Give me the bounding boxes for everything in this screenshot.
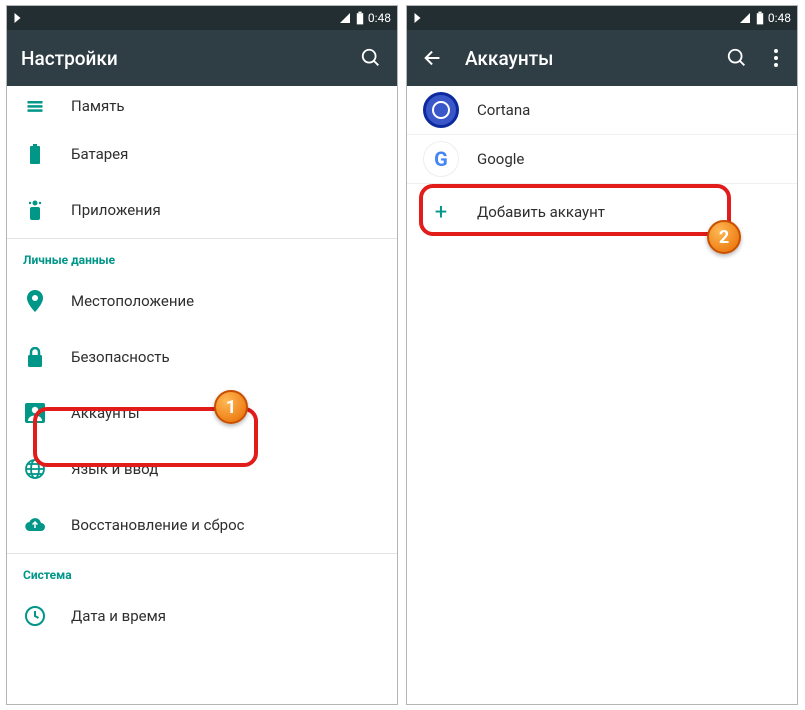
settings-item-accounts[interactable]: Аккаунты [7,385,397,441]
search-icon[interactable] [725,46,749,70]
item-label: Google [477,150,524,168]
status-bar: 0:48 [407,6,797,30]
play-store-icon [413,12,425,24]
cloud-icon [23,513,47,537]
signal-icon [338,12,352,24]
item-label: Приложения [71,201,161,219]
back-icon[interactable] [421,46,445,70]
app-bar-settings: Настройки [7,30,397,86]
apps-icon [23,198,47,222]
item-label: Безопасность [71,348,170,366]
google-icon: G [423,141,459,177]
clock-icon [23,604,47,628]
battery-icon [356,11,364,25]
phone-screen-settings: 0:48 Настройки Память Батарея Приложения [6,5,398,705]
page-title: Настройки [21,47,339,70]
item-label: Аккаунты [71,404,140,422]
item-label: Память [71,97,125,115]
signal-icon [738,12,752,24]
settings-item-apps[interactable]: Приложения [7,182,397,238]
status-time: 0:48 [368,11,391,25]
item-label: Cortana [477,101,530,119]
memory-icon [23,94,47,118]
annotation-badge-2: 2 [707,220,741,254]
settings-item-memory[interactable]: Память [7,86,397,126]
app-bar-accounts: Аккаунты [407,30,797,86]
status-time: 0:48 [768,11,791,25]
settings-item-backup[interactable]: Восстановление и сброс [7,497,397,553]
section-header-personal: Личные данные [7,238,397,273]
settings-item-location[interactable]: Местоположение [7,273,397,329]
globe-icon [23,457,47,481]
item-label: Дата и время [71,607,166,625]
settings-item-security[interactable]: Безопасность [7,329,397,385]
account-item-cortana[interactable]: Cortana [407,86,797,134]
play-store-icon [13,12,25,24]
battery-icon [756,11,764,25]
account-icon [23,401,47,425]
accounts-list: Cortana G Google + Добавить аккаунт [407,86,797,240]
battery-icon [23,142,47,166]
overflow-menu-icon[interactable] [769,46,783,70]
settings-item-battery[interactable]: Батарея [7,126,397,182]
account-item-google[interactable]: G Google [407,135,797,183]
item-label: Язык и ввод [71,460,158,478]
location-icon [23,289,47,313]
section-header-system: Система [7,553,397,588]
search-icon[interactable] [359,46,383,70]
settings-item-datetime[interactable]: Дата и время [7,588,397,644]
plus-icon: + [423,194,459,230]
settings-list: Память Батарея Приложения Личные данные … [7,86,397,644]
phone-screen-accounts: 0:48 Аккаунты Cortana G Google + Добавит… [406,5,798,705]
annotation-badge-1: 1 [214,390,248,424]
item-label: Батарея [71,145,128,163]
item-label: Восстановление и сброс [71,516,244,534]
lock-icon [23,345,47,369]
item-label: Добавить аккаунт [477,203,605,221]
page-title: Аккаунты [465,47,705,70]
item-label: Местоположение [71,292,194,310]
cortana-icon [423,92,459,128]
settings-item-language[interactable]: Язык и ввод [7,441,397,497]
status-bar: 0:48 [7,6,397,30]
